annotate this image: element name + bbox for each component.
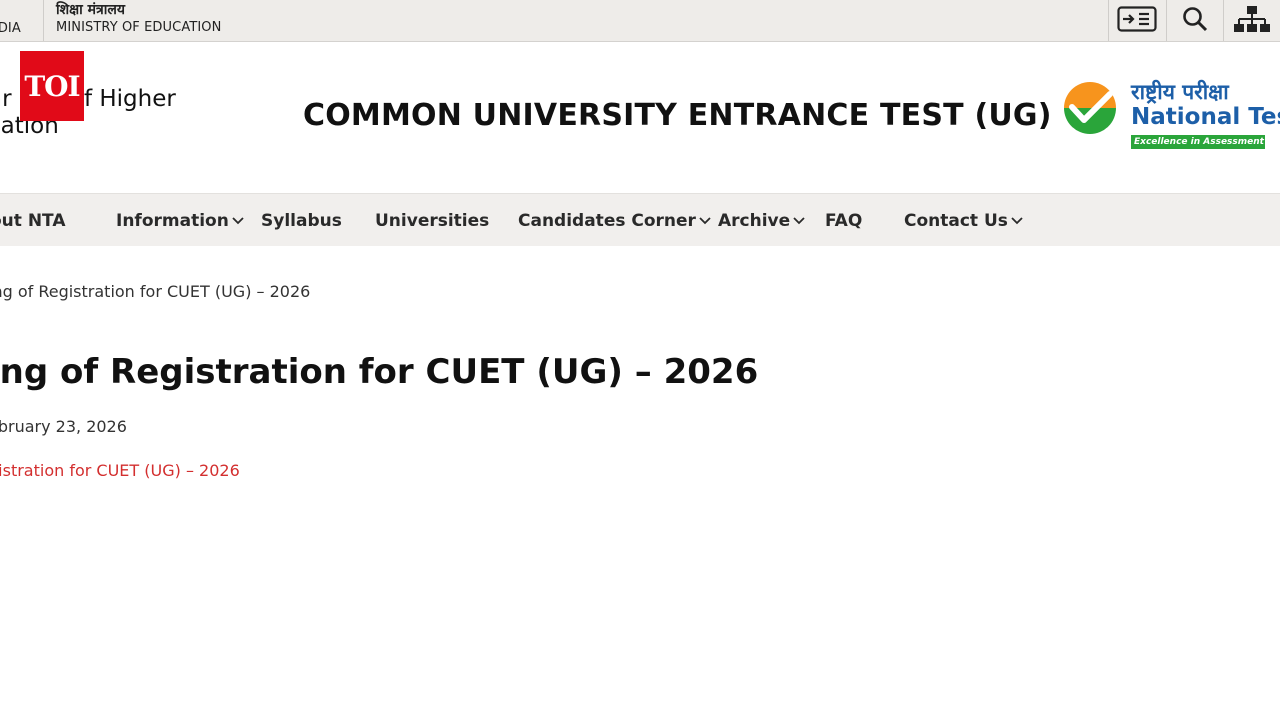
ministry-hindi: शिक्षा मंत्रालय <box>56 2 126 18</box>
registration-link[interactable]: gistration for CUET (UG) – 2026 <box>0 461 240 480</box>
toi-watermark-badge: TOI <box>20 51 84 121</box>
page-title: ing of Registration for CUET (UG) – 2026 <box>0 352 759 392</box>
main-nav: out NTA Information Syllabus Universitie… <box>0 193 1280 246</box>
nav-label: Syllabus <box>261 210 342 231</box>
nav-item-syllabus[interactable]: Syllabus <box>261 194 342 247</box>
breadcrumb: ing of Registration for CUET (UG) – 2026 <box>0 282 311 301</box>
search-button[interactable] <box>1166 0 1223 41</box>
nav-item-candidates-corner[interactable]: Candidates Corner <box>518 194 711 247</box>
nta-tagline: Excellence in Assessment <box>1131 135 1265 149</box>
nav-item-contact-us[interactable]: Contact Us <box>904 194 1023 247</box>
nav-item-archive[interactable]: Archive <box>718 194 805 247</box>
skip-to-content-icon <box>1117 5 1157 36</box>
nav-label: FAQ <box>825 210 863 231</box>
chevron-down-icon <box>699 216 711 225</box>
nav-item-about-nta[interactable]: out NTA <box>0 194 66 247</box>
nav-label: Information <box>116 210 229 231</box>
sitemap-icon <box>1234 5 1270 37</box>
nav-item-faq[interactable]: FAQ <box>825 194 862 247</box>
nav-label: Contact Us <box>904 210 1008 231</box>
ministry-label[interactable]: शिक्षा मंत्रालय MINISTRY OF EDUCATION <box>56 1 221 37</box>
sitemap-button[interactable] <box>1223 0 1280 41</box>
country-label: NDIA <box>0 21 21 36</box>
post-date: ebruary 23, 2026 <box>0 417 127 436</box>
chevron-down-icon <box>1011 216 1023 225</box>
search-icon <box>1182 6 1208 36</box>
gov-top-bar: NDIA शिक्षा मंत्रालय MINISTRY OF EDUCATI… <box>0 0 1280 42</box>
nav-label: Archive <box>718 210 791 231</box>
skip-to-content-button[interactable] <box>1108 0 1165 41</box>
nav-label: Candidates Corner <box>518 210 696 231</box>
site-title: COMMON UNIVERSITY ENTRANCE TEST (UG) <box>303 98 1052 133</box>
nav-label: Universities <box>375 210 490 231</box>
divider <box>43 0 44 41</box>
chevron-down-icon <box>232 216 244 225</box>
nta-english-name: National Test <box>1131 104 1280 130</box>
nav-item-information[interactable]: Information <box>116 194 244 247</box>
nta-hindi-name: राष्ट्रीय परीक्षा <box>1131 80 1229 104</box>
nta-emblem-icon[interactable] <box>1062 80 1118 140</box>
dept-line1-head: ar <box>0 86 12 112</box>
nav-label: out NTA <box>0 210 66 231</box>
ministry-english: MINISTRY OF EDUCATION <box>56 20 222 35</box>
nav-item-universities[interactable]: Universities <box>375 194 489 247</box>
chevron-down-icon <box>793 216 805 225</box>
